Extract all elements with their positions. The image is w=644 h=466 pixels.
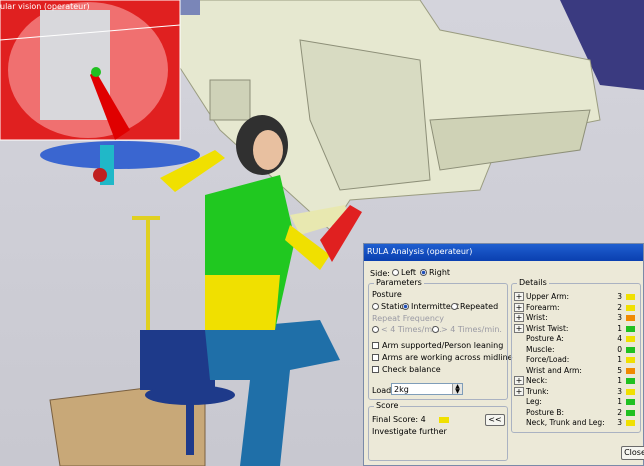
load-input[interactable]: 2kg ▲ ▼: [391, 383, 463, 395]
repeat-gt4-label: > 4 Times/min.: [441, 325, 502, 334]
detail-color-swatch: [626, 420, 635, 426]
expand-button[interactable]: +: [514, 313, 524, 322]
detail-value: 2: [617, 407, 622, 417]
detail-label: Trunk:: [526, 386, 549, 396]
radio-selected-icon[interactable]: [420, 269, 427, 276]
detail-value: 5: [617, 365, 622, 375]
detail-color-swatch: [626, 315, 635, 321]
posture-repeated-label: Repeated: [460, 302, 499, 311]
arms-midline-checkbox[interactable]: Arms are working across midline: [372, 353, 513, 362]
detail-value: 1: [617, 323, 622, 333]
posture-static-option[interactable]: Static: [372, 302, 404, 311]
detail-value: 0: [617, 344, 622, 354]
load-value: 2kg: [394, 385, 409, 394]
score-title: Score: [374, 401, 401, 410]
checkbox-icon[interactable]: [372, 366, 379, 373]
close-button[interactable]: Close: [621, 446, 644, 460]
detail-color-swatch: [626, 388, 635, 395]
detail-value: 4: [617, 334, 622, 343]
details-title: Details: [517, 278, 549, 287]
repeat-frequency-label: Repeat Frequency: [372, 314, 445, 323]
detail-color-swatch: [626, 367, 635, 374]
detail-label: Forearm:: [526, 302, 560, 312]
detail-value: 3: [617, 418, 622, 427]
radio-icon[interactable]: [392, 269, 399, 276]
detail-label: Upper Arm:: [526, 292, 570, 301]
arm-supported-checkbox[interactable]: Arm supported/Person leaning: [372, 341, 503, 350]
detail-color-swatch: [626, 399, 635, 405]
radio-icon[interactable]: [451, 303, 458, 310]
expand-button[interactable]: +: [514, 323, 524, 333]
detail-label: Wrist:: [526, 313, 548, 322]
detail-color-swatch: [626, 336, 635, 342]
detail-label: Muscle:: [526, 344, 555, 354]
detail-label: Neck, Trunk and Leg:: [526, 418, 605, 427]
radio-disabled-icon[interactable]: [432, 326, 439, 333]
detail-value: 3: [617, 386, 622, 396]
posture-repeated-option[interactable]: Repeated: [451, 302, 498, 311]
parameters-group: Parameters Posture Static Intermittent R…: [368, 278, 513, 400]
spinner-icon[interactable]: ▲ ▼: [452, 384, 462, 395]
final-score-swatch: [439, 417, 449, 423]
radio-icon[interactable]: [372, 303, 379, 310]
checkbox-icon[interactable]: [372, 342, 379, 349]
dialog-titlebar[interactable]: RULA Analysis (operateur): [364, 244, 643, 261]
detail-color-swatch: [626, 378, 635, 384]
side-right-option[interactable]: Right: [420, 268, 450, 277]
expand-button[interactable]: +: [514, 376, 524, 385]
expand-button[interactable]: +: [514, 302, 524, 312]
collapse-button[interactable]: <<: [485, 414, 505, 426]
radio-disabled-icon[interactable]: [372, 326, 379, 333]
radio-selected-icon[interactable]: [402, 303, 409, 310]
posture-static-label: Static: [381, 302, 404, 311]
detail-value: 1: [617, 376, 622, 385]
dialog-title: RULA Analysis (operateur): [367, 247, 473, 256]
expand-button[interactable]: +: [514, 292, 524, 301]
detail-label: Posture A:: [526, 334, 564, 343]
detail-label: Leg:: [526, 397, 542, 406]
final-score-label: Final Score: 4: [372, 415, 426, 424]
rula-analysis-dialog: RULA Analysis (operateur) Side: Left Rig…: [363, 243, 644, 466]
details-group: Details + Upper Arm: 3 + Forearm: 2 + Wrist: 3 + W…: [511, 278, 641, 433]
detail-color-swatch: [626, 325, 635, 332]
checkbox-icon[interactable]: [372, 354, 379, 361]
posture-label: Posture: [372, 290, 402, 299]
arm-supported-label: Arm supported/Person leaning: [382, 341, 504, 350]
detail-label: Neck:: [526, 376, 548, 385]
detail-color-swatch: [626, 294, 635, 300]
detail-label: Wrist Twist:: [526, 323, 569, 333]
inset-title: ular vision (operateur): [0, 2, 90, 11]
detail-value: 1: [617, 397, 622, 406]
parameters-title: Parameters: [374, 278, 424, 287]
check-balance-checkbox[interactable]: Check balance: [372, 365, 441, 374]
arms-midline-label: Arms are working across midline: [382, 353, 513, 362]
detail-label: Posture B:: [526, 407, 565, 417]
side-right-label: Right: [429, 268, 451, 277]
detail-color-swatch: [626, 304, 635, 311]
check-balance-label: Check balance: [382, 365, 441, 374]
repeat-gt4-option[interactable]: > 4 Times/min.: [432, 325, 502, 334]
side-left-label: Left: [401, 268, 417, 277]
expand-button[interactable]: +: [514, 386, 524, 396]
detail-label: Wrist and Arm:: [526, 365, 582, 375]
score-group: Score Final Score: 4 Investigate further…: [368, 401, 508, 461]
recommendation-text: Investigate further: [372, 427, 447, 436]
detail-value: 3: [617, 313, 622, 322]
detail-label: Force/Load:: [526, 355, 570, 364]
detail-value: 3: [617, 292, 622, 301]
detail-value: 1: [617, 355, 622, 364]
detail-value: 2: [617, 302, 622, 312]
detail-color-swatch: [626, 346, 635, 353]
side-label: Side:: [370, 269, 390, 278]
detail-color-swatch: [626, 409, 635, 416]
side-left-option[interactable]: Left: [392, 268, 416, 277]
detail-color-swatch: [626, 357, 635, 363]
